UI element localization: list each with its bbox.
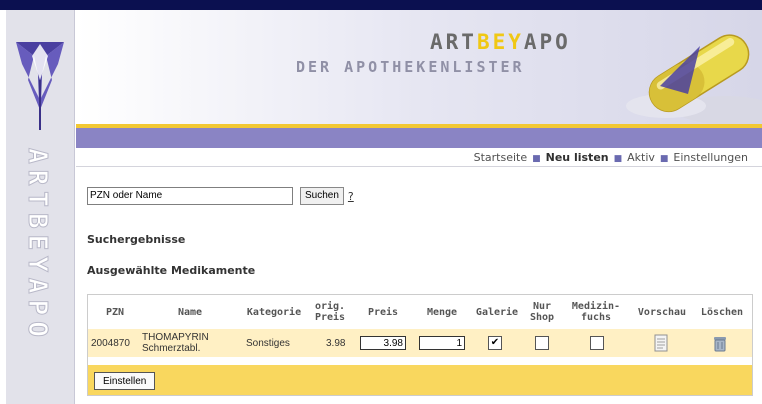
search-results-heading: Suchergebnisse [87,233,186,246]
logo-icon [16,42,64,130]
table-header: PZN Name Kategorie orig. Preis Preis Men… [88,295,752,329]
top-nav: Startseite ■ Neu listen ■ Aktiv ■ Einstellunge… [474,151,748,164]
capsule-icon [626,34,762,124]
table-row: 2004870 THOMAPYRIN Schmerztabl. Sonstige… [88,329,752,357]
nav-startseite[interactable]: Startseite [474,151,528,164]
col-orig-preis: orig. Preis [314,301,346,323]
check-icon: ✔ [490,337,500,348]
selected-heading: Ausgewählte Medikamente [87,264,256,277]
vertical-brand-text: ARTBEYAPO [22,148,53,344]
col-kategorie: Kategorie [246,306,302,318]
nur-shop-checkbox[interactable] [535,336,549,350]
col-menge: Menge [426,306,458,318]
medizinfuchs-checkbox[interactable] [590,336,604,350]
search-input[interactable] [87,186,293,205]
nav-einstellungen[interactable]: Einstellungen [673,151,748,164]
price-input[interactable] [360,336,406,350]
galerie-checkbox[interactable]: ✔ [488,336,502,350]
col-pzn: PZN [105,306,125,318]
brand-subtitle: DER APOTHEKENLISTER [296,58,525,76]
nav-neu-listen[interactable]: Neu listen [546,151,609,164]
col-preis: Preis [367,306,399,318]
row-name: THOMAPYRIN Schmerztabl. [142,332,209,354]
row-kategorie: Sonstiges [246,337,290,349]
col-vorschau: Vorschau [637,306,687,318]
col-loeschen: Löschen [700,306,744,318]
nav-separator: ■ [532,154,541,164]
top-bar [0,0,762,10]
col-galerie: Galerie [475,306,519,318]
sidebar: ARTBEYAPO [6,10,75,404]
search-bar: Suchen? [87,185,354,205]
nav-separator: ■ [659,154,669,164]
document-icon[interactable] [654,334,668,352]
brand-title: ARTBEYAPO [430,30,571,54]
table-footer: Einstellen [88,365,752,395]
selected-medications-table: PZN Name Kategorie orig. Preis Preis Men… [87,294,753,396]
quantity-input[interactable] [419,336,465,350]
col-medizinfuchs: Medizin-fuchs [571,301,621,323]
col-nur-shop: Nur Shop [529,301,555,323]
nav-divider [76,166,762,167]
nav-separator: ■ [613,154,623,164]
einstellen-button[interactable]: Einstellen [94,372,156,390]
search-button[interactable]: Suchen [300,186,344,205]
row-pzn: 2004870 [91,337,130,349]
row-orig-preis: 3.98 [326,337,346,349]
header-banner: ARTBEYAPO DER APOTHEKENLISTER [76,10,762,124]
col-name: Name [177,306,203,318]
help-link[interactable]: ? [348,190,354,203]
purple-bar [76,128,762,148]
trash-icon[interactable] [712,334,728,352]
nav-aktiv[interactable]: Aktiv [627,151,655,164]
